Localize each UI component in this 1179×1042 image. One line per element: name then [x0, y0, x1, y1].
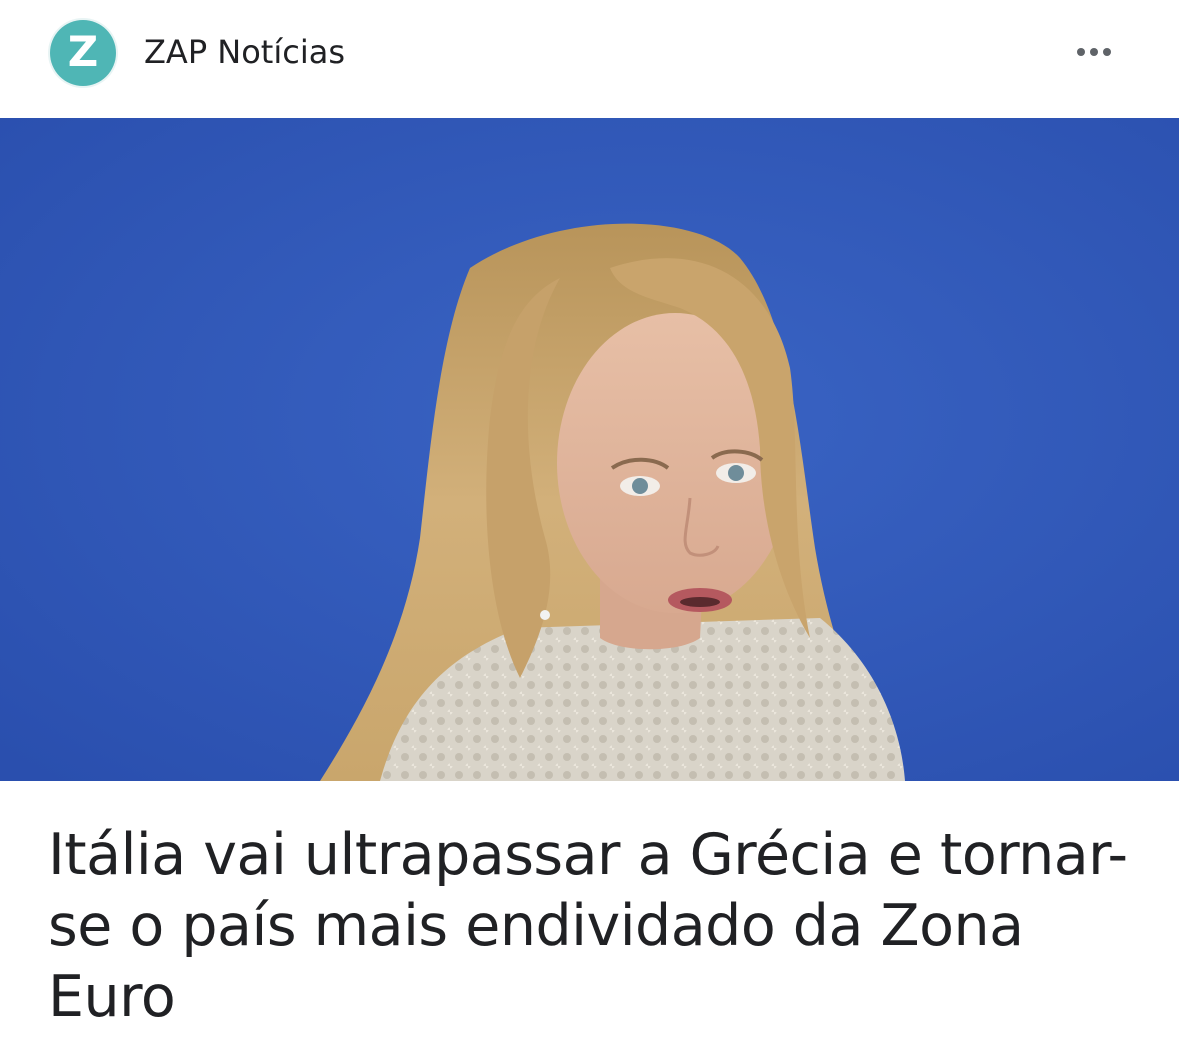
more-options-button[interactable]	[1066, 32, 1122, 72]
article-photo-illustration	[0, 118, 1179, 781]
more-horizontal-icon-dot	[1090, 48, 1098, 56]
publisher-logo[interactable]: Z	[50, 20, 116, 86]
more-horizontal-icon-dot	[1103, 48, 1111, 56]
more-horizontal-icon-dot	[1077, 48, 1085, 56]
publisher-logo-letter: Z	[67, 27, 99, 76]
publisher-name[interactable]: ZAP Notícias	[144, 30, 345, 74]
card-header: Z ZAP Notícias	[0, 0, 1179, 118]
article-headline[interactable]: Itália vai ultrapassar a Grécia e tornar…	[48, 820, 1138, 1033]
article-image[interactable]	[0, 118, 1179, 781]
